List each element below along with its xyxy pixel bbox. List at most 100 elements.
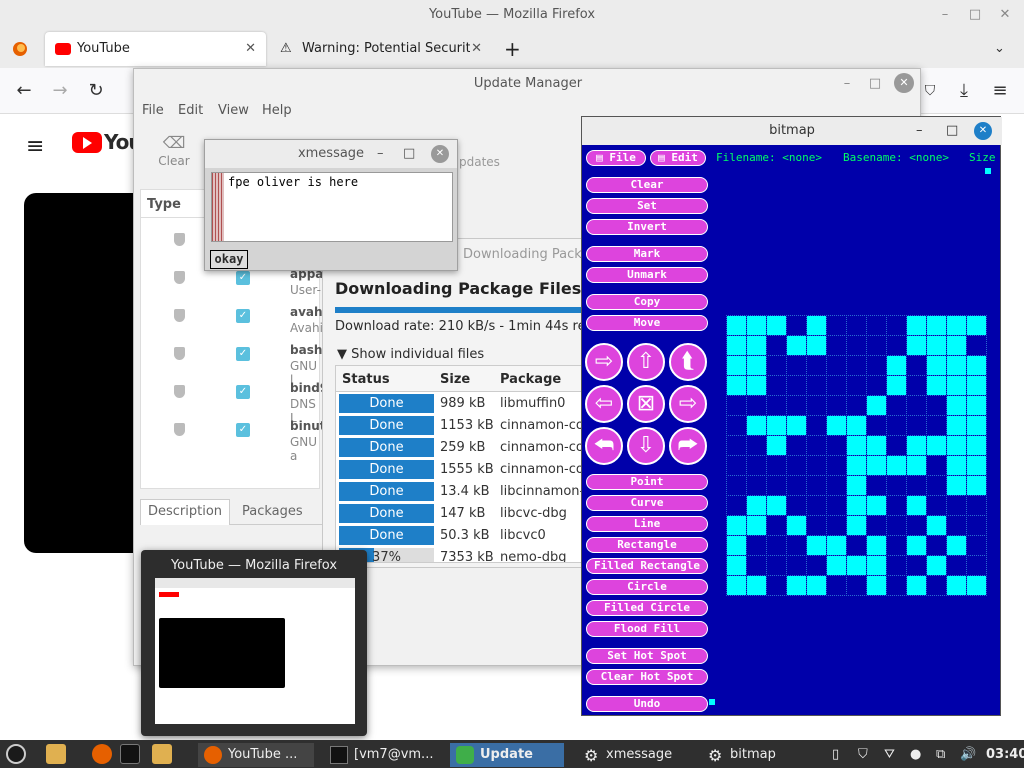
bitmap-pixel[interactable]: [826, 435, 847, 456]
bitmap-pixel[interactable]: [846, 415, 867, 436]
bitmap-pixel[interactable]: [726, 455, 747, 476]
bitmap-pixel[interactable]: [746, 555, 767, 576]
clock[interactable]: 03:40: [986, 743, 1024, 767]
maximize-icon[interactable]: □: [862, 69, 888, 99]
close-icon[interactable]: ✕: [894, 73, 914, 93]
checkbox-checked-icon[interactable]: ✓: [236, 423, 250, 437]
network-icon[interactable]: ⛛: [884, 743, 895, 767]
scrollbar[interactable]: [212, 173, 224, 241]
bitmap-pixel[interactable]: [846, 355, 867, 376]
bitmap-pixel[interactable]: [766, 555, 787, 576]
bitmap-pixel[interactable]: [806, 515, 827, 536]
left-icon[interactable]: ⇦: [585, 385, 623, 423]
bitmap-pixel[interactable]: [946, 475, 967, 496]
bitmap-pixel[interactable]: [946, 555, 967, 576]
bitmap-pixel[interactable]: [806, 415, 827, 436]
bitmap-pixel[interactable]: [726, 495, 747, 516]
down-icon[interactable]: ⇩: [627, 427, 665, 465]
bitmap-pixel[interactable]: [866, 335, 887, 356]
bitmap-pixel[interactable]: [946, 535, 967, 556]
bitmap-pixel[interactable]: [906, 415, 927, 436]
bitmap-pixel[interactable]: [746, 455, 767, 476]
maximize-icon[interactable]: □: [946, 117, 958, 145]
menu-help[interactable]: Help: [262, 103, 292, 118]
bitmap-pixel[interactable]: [766, 475, 787, 496]
bitmap-pixel[interactable]: [946, 515, 967, 536]
column-package[interactable]: Package: [500, 372, 561, 387]
bitmap-pixel[interactable]: [926, 415, 947, 436]
minimize-icon[interactable]: –: [916, 117, 923, 145]
minimize-icon[interactable]: –: [834, 69, 860, 99]
bitmap-pixel[interactable]: [866, 575, 887, 596]
bitmap-pixel[interactable]: [746, 515, 767, 536]
bitmap-pixel[interactable]: [786, 575, 807, 596]
bitmap-pixel[interactable]: [826, 355, 847, 376]
bitmap-pixel[interactable]: [766, 375, 787, 396]
bitmap-pixel[interactable]: [966, 495, 987, 516]
bitmap-pixel[interactable]: [786, 415, 807, 436]
bitmap-pixel[interactable]: [906, 515, 927, 536]
bitmap-pixel[interactable]: [866, 495, 887, 516]
reload-icon[interactable]: ↻: [82, 77, 110, 105]
bitmap-pixel[interactable]: [926, 355, 947, 376]
bitmap-pixel[interactable]: [826, 495, 847, 516]
bitmap-pixel[interactable]: [786, 435, 807, 456]
menu-icon[interactable]: [6, 744, 26, 764]
bitmap-pixel[interactable]: [966, 315, 987, 336]
bitmap-pixel[interactable]: [846, 455, 867, 476]
bitmap-mark-button[interactable]: Mark: [586, 246, 708, 262]
bitmap-pixel[interactable]: [826, 575, 847, 596]
bitmap-pixel[interactable]: [826, 535, 847, 556]
bitmap-pixel[interactable]: [766, 435, 787, 456]
bitmap-pixel[interactable]: [826, 555, 847, 576]
bitmap-pixel[interactable]: [786, 335, 807, 356]
bitmap-pixel[interactable]: [726, 515, 747, 536]
bitmap-pixel[interactable]: [866, 475, 887, 496]
bitmap-pixel[interactable]: [786, 395, 807, 416]
forward-icon[interactable]: →: [46, 77, 74, 105]
checkbox-checked-icon[interactable]: ✓: [236, 385, 250, 399]
bitmap-pixel[interactable]: [946, 395, 967, 416]
bitmap-pixel[interactable]: [866, 515, 887, 536]
list-item[interactable]: ✓ bind9 DNS L: [142, 381, 328, 425]
taskbar-item-terminal[interactable]: [vm7@vm...: [324, 743, 444, 767]
bitmap-pixel[interactable]: [946, 455, 967, 476]
bitmap-pixel[interactable]: [926, 375, 947, 396]
bitmap-pixel[interactable]: [806, 475, 827, 496]
tab-close-icon[interactable]: ✕: [245, 32, 256, 66]
bitmap-pixel[interactable]: [786, 495, 807, 516]
files-icon[interactable]: [46, 744, 66, 764]
bitmap-pixel[interactable]: [926, 335, 947, 356]
column-status[interactable]: Status: [342, 372, 390, 387]
bitmap-pixel[interactable]: [926, 575, 947, 596]
bitmap-pixel[interactable]: [806, 455, 827, 476]
list-item[interactable]: ✓ appar User-: [142, 267, 329, 303]
bitmap-pixel[interactable]: [926, 315, 947, 336]
taskbar-item-bitmap[interactable]: ⚙ bitmap: [702, 743, 816, 767]
bitmap-pixel[interactable]: [966, 415, 987, 436]
bitmap-pixel[interactable]: [946, 415, 967, 436]
bitmap-pixel[interactable]: [906, 315, 927, 336]
bitmap-pixel[interactable]: [746, 495, 767, 516]
window-preview-popup[interactable]: YouTube — Mozilla Firefox: [141, 550, 367, 736]
bitmap-pixel[interactable]: [766, 535, 787, 556]
user-icon[interactable]: ●: [910, 743, 921, 767]
bitmap-pixel[interactable]: [826, 455, 847, 476]
fold-icon[interactable]: ⊠: [627, 385, 665, 423]
bitmap-pixel[interactable]: [826, 395, 847, 416]
bitmap-curve-button[interactable]: Curve: [586, 495, 708, 511]
bitmap-undo-button[interactable]: Undo: [586, 696, 708, 712]
bitmap-filled-rectangle-button[interactable]: Filled Rectangle: [586, 558, 708, 574]
bitmap-pixel[interactable]: [966, 515, 987, 536]
bitmap-pixel[interactable]: [746, 355, 767, 376]
bitmap-pixel[interactable]: [906, 455, 927, 476]
bitmap-pixel[interactable]: [886, 455, 907, 476]
folder-icon[interactable]: [152, 744, 172, 764]
bitmap-pixel[interactable]: [866, 455, 887, 476]
bitmap-pixel[interactable]: [766, 355, 787, 376]
hamburger-icon[interactable]: ≡: [26, 134, 44, 159]
bitmap-pixel[interactable]: [906, 555, 927, 576]
bitmap-pixel[interactable]: [886, 395, 907, 416]
bitmap-pixel[interactable]: [886, 415, 907, 436]
install-updates-label[interactable]: pdates: [459, 155, 500, 169]
